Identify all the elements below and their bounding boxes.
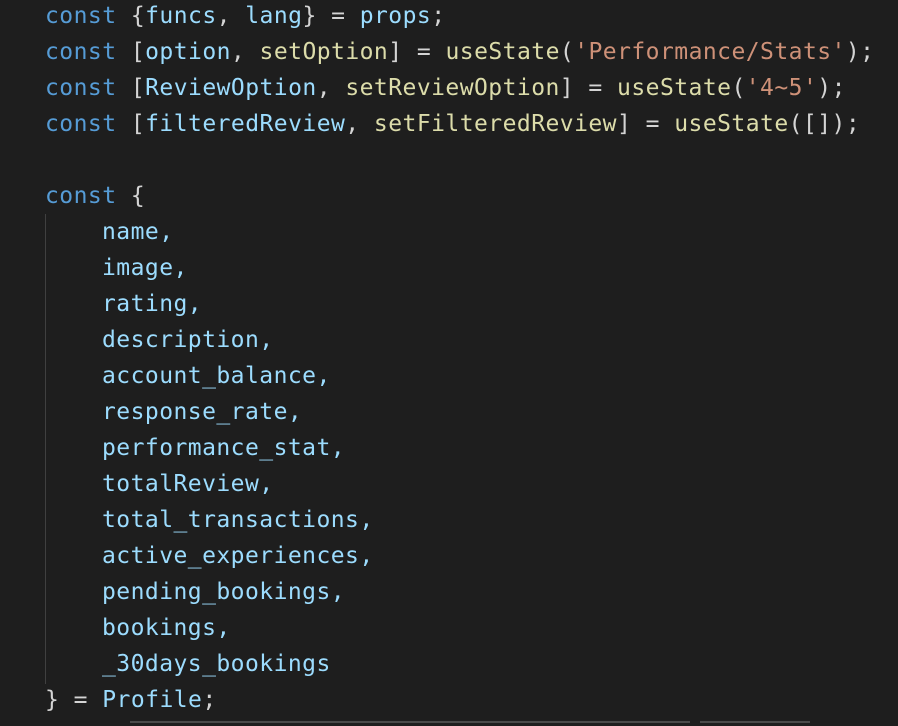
brace-close: } bbox=[45, 687, 60, 713]
field-response-rate: response_rate, bbox=[102, 399, 303, 425]
keyword-const: const bbox=[45, 111, 117, 137]
comma: , bbox=[230, 39, 246, 65]
string-literal: 'Performance/Stats' bbox=[574, 39, 846, 65]
function-name: setFilteredReview bbox=[373, 111, 617, 137]
function-call: useState bbox=[674, 111, 789, 137]
bracket-open: [ bbox=[130, 111, 146, 137]
keyword-const: const bbox=[45, 3, 117, 29]
paren-close: ) bbox=[845, 39, 861, 65]
identifier: option bbox=[145, 39, 231, 65]
identifier: filteredReview bbox=[145, 111, 346, 137]
paren-close: ) bbox=[817, 75, 832, 101]
bracket-close: ] bbox=[616, 111, 632, 137]
operator-assign: = bbox=[645, 111, 660, 137]
field-pending-bookings: pending_bookings, bbox=[102, 579, 346, 605]
field-active-experiences: active_experiences, bbox=[102, 543, 374, 569]
code-line-2: const [option, setOption] = useState('Pe… bbox=[45, 34, 874, 70]
code-editor[interactable]: const {funcs, lang} = props; const [opti… bbox=[0, 0, 898, 726]
paren-open: ( bbox=[559, 39, 575, 65]
bracket-close: ] bbox=[559, 75, 575, 101]
identifier: ReviewOption bbox=[145, 75, 317, 101]
field-account-balance: account_balance, bbox=[102, 363, 331, 389]
operator-assign: = bbox=[588, 75, 603, 101]
semicolon: ; bbox=[860, 39, 875, 65]
code-line-4: const [filteredReview, setFilteredReview… bbox=[45, 106, 860, 142]
keyword-const: const bbox=[45, 39, 117, 65]
semicolon: ; bbox=[845, 111, 861, 137]
identifier: lang bbox=[245, 3, 303, 29]
identifier: Profile bbox=[102, 687, 203, 713]
bracket-open: [ bbox=[130, 75, 146, 101]
function-name: setReviewOption bbox=[345, 75, 560, 101]
string-literal: '4~5' bbox=[745, 75, 818, 101]
identifier: props bbox=[359, 3, 432, 29]
field-image: image, bbox=[102, 255, 188, 281]
bracket-close: ] bbox=[388, 39, 403, 65]
field-total-review: totalReview, bbox=[102, 471, 274, 497]
brace-open: { bbox=[130, 183, 146, 209]
identifier: funcs bbox=[145, 3, 217, 29]
field-total-transactions: total_transactions, bbox=[102, 507, 374, 533]
semicolon: ; bbox=[831, 75, 846, 101]
paren-open: ( bbox=[731, 75, 746, 101]
comma: , bbox=[316, 75, 332, 101]
brace-open: { bbox=[130, 3, 146, 29]
operator-assign: = bbox=[73, 687, 88, 713]
semicolon: ; bbox=[431, 3, 446, 29]
field-bookings: bookings, bbox=[102, 615, 231, 641]
clipped-next-line-tail bbox=[700, 718, 810, 726]
field-rating: rating, bbox=[102, 291, 203, 317]
code-line-3: const [ReviewOption, setReviewOption] = … bbox=[45, 70, 846, 106]
comma: , bbox=[345, 111, 360, 137]
keyword-const: const bbox=[45, 183, 117, 209]
code-line-1: const {funcs, lang} = props; bbox=[45, 0, 446, 34]
field-30days-bookings: _30days_bookings bbox=[102, 651, 331, 677]
call-args: ([]) bbox=[788, 111, 846, 137]
field-name: name, bbox=[102, 219, 174, 245]
brace-close: } bbox=[302, 3, 317, 29]
field-description: description, bbox=[102, 327, 274, 353]
comma: , bbox=[216, 3, 231, 29]
function-call: useState bbox=[617, 75, 732, 101]
indent-guide bbox=[45, 214, 46, 684]
operator-assign: = bbox=[416, 39, 432, 65]
field-performance-stat: performance_stat, bbox=[102, 435, 346, 461]
function-name: setOption bbox=[259, 39, 389, 65]
keyword-const: const bbox=[45, 75, 117, 101]
clipped-next-line bbox=[130, 718, 690, 726]
semicolon: ; bbox=[202, 687, 217, 713]
bracket-open: [ bbox=[130, 39, 146, 65]
code-line-destructure-open: const { bbox=[45, 178, 145, 214]
function-call: useState bbox=[445, 39, 560, 65]
operator-assign: = bbox=[331, 3, 346, 29]
code-line-destructure-close: } = Profile; bbox=[45, 682, 217, 718]
